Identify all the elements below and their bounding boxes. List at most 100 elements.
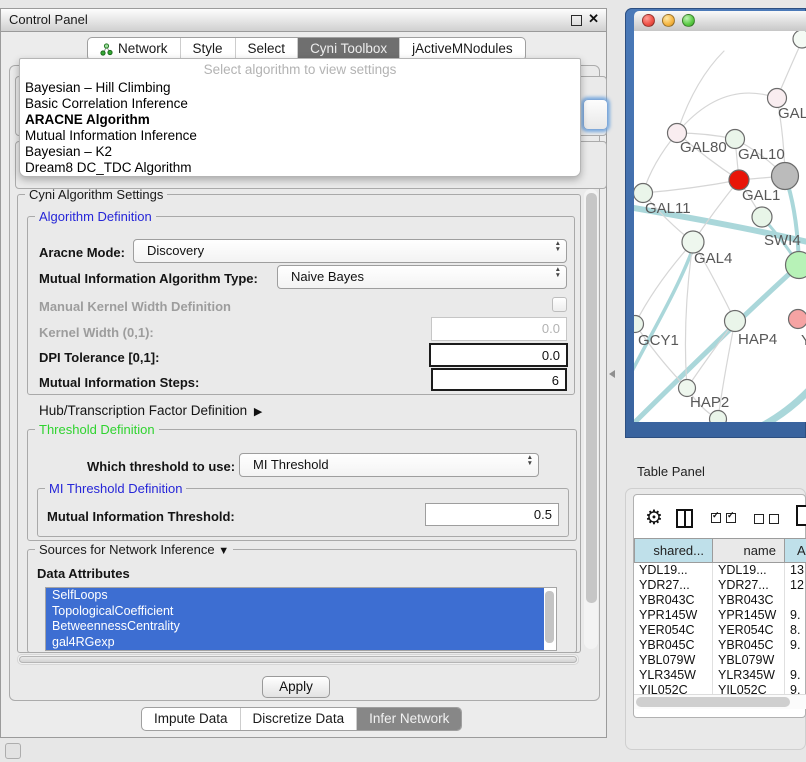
network-node-label: GAL11 xyxy=(645,200,691,217)
table-row[interactable]: YPR145WYPR145W9. xyxy=(634,608,806,623)
dpi-tolerance-input[interactable]: 0.0 xyxy=(429,343,568,367)
table-cell xyxy=(785,593,806,608)
table-settings-gear-icon[interactable]: ⚙ xyxy=(645,505,663,530)
tab-cyni-toolbox[interactable]: Cyni Toolbox xyxy=(297,38,399,60)
table-row[interactable]: YBL079WYBL079W xyxy=(634,653,806,668)
aracne-mode-combo[interactable]: Discovery ▲▼ xyxy=(133,239,567,263)
table-row[interactable]: YER054CYER054C8. xyxy=(634,623,806,638)
network-edge xyxy=(752,387,806,422)
settings-vscroll-track[interactable] xyxy=(584,189,598,649)
table-row[interactable]: YDL19...YDL19...13 xyxy=(634,563,806,578)
which-threshold-value: MI Threshold xyxy=(253,457,329,472)
table-row[interactable]: YBR045CYBR045C9. xyxy=(634,638,806,653)
table-cell: YBR043C xyxy=(713,593,785,608)
table-cell: YLR345W xyxy=(634,668,713,683)
close-icon[interactable]: ✕ xyxy=(588,11,599,27)
cyni-settings-group-title: Cyni Algorithm Settings xyxy=(25,187,167,202)
mi-type-combo[interactable]: Naive Bayes ▲▼ xyxy=(277,265,567,289)
tab-select[interactable]: Select xyxy=(235,38,298,60)
list-scrollbar[interactable] xyxy=(545,591,554,643)
table-hscroll-track[interactable] xyxy=(634,694,806,709)
combo-spinner-icon: ▲▼ xyxy=(555,267,561,279)
table-row[interactable]: YDR27...YDR27...12 xyxy=(634,578,806,593)
deselect-all-checkbox-icon[interactable] xyxy=(754,514,764,524)
network-node-label: SWI4 xyxy=(764,232,801,249)
network-node[interactable] xyxy=(710,411,727,423)
manual-kernel-checkbox[interactable] xyxy=(552,297,567,312)
minimize-traffic-light-icon[interactable] xyxy=(662,14,675,27)
select-all-checkbox-icon[interactable] xyxy=(711,513,721,523)
deselect-all-checkbox-icon[interactable] xyxy=(769,514,779,524)
network-node-swi4[interactable] xyxy=(752,207,772,227)
mi-threshold-input[interactable]: 0.5 xyxy=(425,503,559,526)
kernel-width-input[interactable]: 0.0 xyxy=(431,317,567,341)
settings-vscroll-thumb[interactable] xyxy=(586,193,597,603)
which-threshold-combo[interactable]: MI Threshold ▲▼ xyxy=(239,453,539,477)
attribute-item-topologicalcoefficient[interactable]: TopologicalCoefficient xyxy=(46,604,544,620)
network-view-window: GALGAL80GAL10GAL1GAL11SWI4GAL4GCY1HAP4YH… xyxy=(625,8,806,438)
table-row[interactable]: YLR345WYLR345W9. xyxy=(634,668,806,683)
network-edge xyxy=(677,93,777,133)
table-cell: YER054C xyxy=(634,623,713,638)
apply-button[interactable]: Apply xyxy=(262,676,330,698)
algorithm-option-bayesian-hill-climbing[interactable]: Bayesian – Hill Climbing xyxy=(20,80,580,96)
table-cell: 8. xyxy=(785,623,806,638)
network-canvas[interactable]: GALGAL80GAL10GAL1GAL11SWI4GAL4GCY1HAP4YH… xyxy=(634,31,806,422)
table-cell: 9. xyxy=(785,608,806,623)
tab-impute-data[interactable]: Impute Data xyxy=(142,708,240,730)
aracne-mode-value: Discovery xyxy=(147,243,204,258)
collapse-down-icon[interactable]: ▼ xyxy=(218,545,229,557)
attribute-item-gal4rgexp[interactable]: gal4RGexp xyxy=(46,635,544,651)
algorithm-option-dream8-dc-tdc-algorithm[interactable]: Dream8 DC_TDC Algorithm xyxy=(20,160,580,176)
column-header-name[interactable]: name xyxy=(713,538,785,563)
algorithm-option-mutual-information-inference[interactable]: Mutual Information Inference xyxy=(20,128,580,144)
table-row[interactable]: YBR043CYBR043C xyxy=(634,593,806,608)
network-node-label: GAL4 xyxy=(694,250,732,267)
table-cell: 13 xyxy=(785,563,806,578)
tab-style[interactable]: Style xyxy=(180,38,235,60)
settings-hscroll-track[interactable] xyxy=(17,654,579,665)
table-cell: 12 xyxy=(785,578,806,593)
export-table-icon[interactable] xyxy=(796,505,806,526)
network-node[interactable] xyxy=(786,252,806,279)
table-panel-title: Table Panel xyxy=(637,464,705,479)
tab-infer-network[interactable]: Infer Network xyxy=(356,708,461,730)
dropdown-prompt: Select algorithm to view settings xyxy=(20,59,580,80)
column-visibility-icon[interactable] xyxy=(676,509,693,528)
attribute-item-selfloops[interactable]: SelfLoops xyxy=(46,588,544,604)
network-node-hap4[interactable] xyxy=(725,311,746,332)
float-window-icon[interactable] xyxy=(571,15,582,26)
algorithm-option-basic-correlation-inference[interactable]: Basic Correlation Inference xyxy=(20,96,580,112)
tab-discretize-data[interactable]: Discretize Data xyxy=(240,708,357,730)
network-node[interactable] xyxy=(772,163,799,190)
table-cell: YBL079W xyxy=(713,653,785,668)
network-node[interactable] xyxy=(793,31,806,48)
network-edge xyxy=(634,251,692,379)
network-node-y[interactable] xyxy=(789,310,806,329)
zoom-traffic-light-icon[interactable] xyxy=(682,14,695,27)
algorithm-option-aracne-algorithm[interactable]: ARACNE Algorithm xyxy=(20,112,580,128)
algorithm-option-bayesian-k2[interactable]: Bayesian – K2 xyxy=(20,144,580,160)
network-node-label: GAL80 xyxy=(680,139,727,156)
settings-hscroll-thumb[interactable] xyxy=(19,656,577,663)
close-traffic-light-icon[interactable] xyxy=(642,14,655,27)
attribute-item-betweennesscentrality[interactable]: BetweennessCentrality xyxy=(46,619,544,635)
tab-jactivemnodules[interactable]: jActiveMNodules xyxy=(399,38,525,60)
hub-definition-expander[interactable]: Hub/Transcription Factor Definition ▶ xyxy=(39,403,262,418)
column-header-shared[interactable]: shared... xyxy=(634,538,713,563)
table-cell: 9. xyxy=(785,668,806,683)
mi-steps-input[interactable]: 6 xyxy=(431,368,567,391)
table-cell: YBR045C xyxy=(634,638,713,653)
table-hscroll-thumb[interactable] xyxy=(636,697,790,707)
tab-network[interactable]: Network xyxy=(88,38,180,60)
network-node-gcy1[interactable] xyxy=(634,316,644,333)
dock-button[interactable] xyxy=(5,743,21,759)
tab-label: jActiveMNodules xyxy=(412,38,513,60)
network-window-titlebar[interactable] xyxy=(634,11,806,32)
select-all-checkbox-icon[interactable] xyxy=(726,513,736,523)
algorithm-combo-focus-fragment[interactable] xyxy=(583,99,608,130)
splitter-collapse-icon[interactable] xyxy=(609,370,615,378)
column-header-a[interactable]: A xyxy=(785,538,806,563)
table-cell: YER054C xyxy=(713,623,785,638)
panel-title: Control Panel xyxy=(9,12,88,27)
